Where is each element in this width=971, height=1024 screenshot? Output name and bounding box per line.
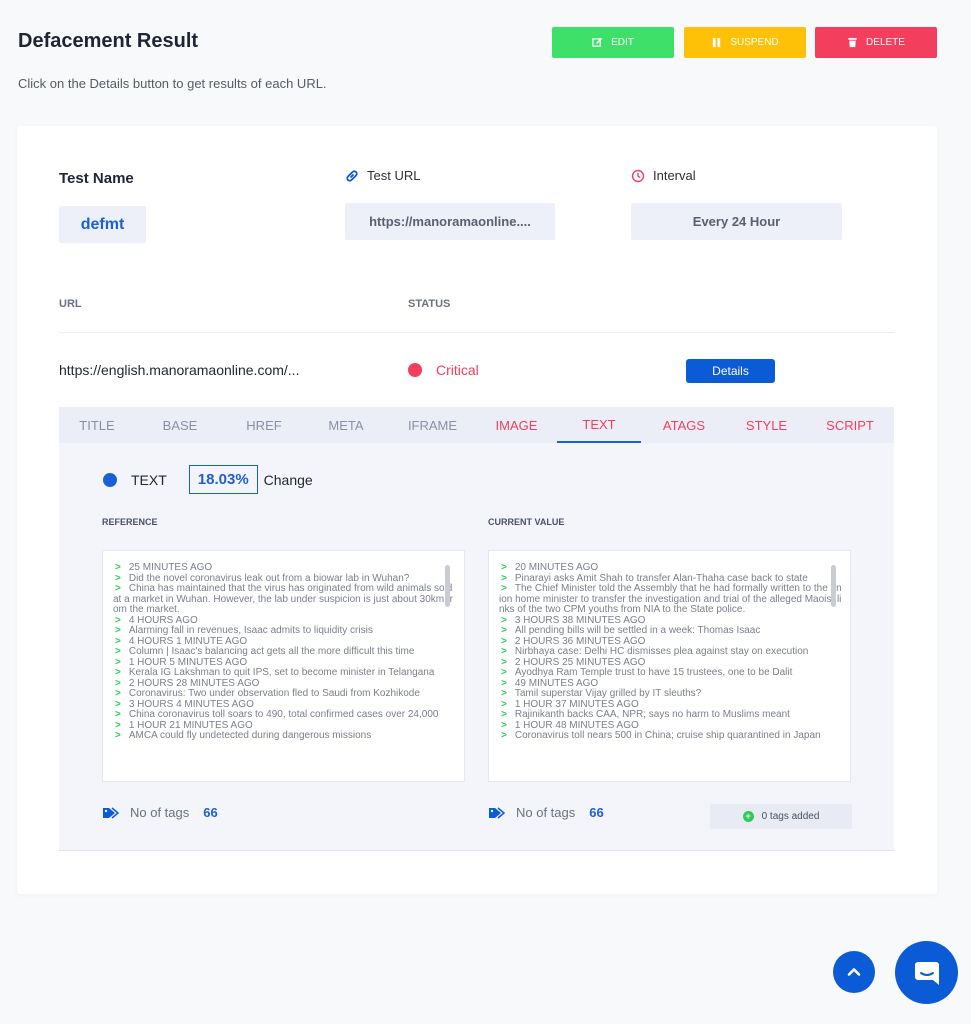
delete-label: DELETE <box>866 37 905 48</box>
tag-icon <box>103 806 120 819</box>
result-row-url: https://english.manoramaonline.com/... <box>59 362 300 378</box>
test-name-value: defmt <box>59 206 146 243</box>
tags-label: No of tags <box>130 805 190 820</box>
column-header-status: STATUS <box>408 298 451 310</box>
change-type-label: TEXT <box>131 471 167 488</box>
current-value-scrollbar[interactable] <box>831 565 836 607</box>
tab-script[interactable]: SCRIPT <box>806 407 894 443</box>
change-summary: TEXT 18.03% Change <box>103 465 313 494</box>
test-url-label: Test URL <box>367 168 421 183</box>
link-icon <box>346 169 358 182</box>
chat-button[interactable] <box>895 941 958 1004</box>
reference-line: China coronavirus toll soars to 490, tot… <box>113 709 456 721</box>
result-tabs: TITLE BASE HREF META IFRAME IMAGE TEXT A… <box>59 407 894 443</box>
suspend-label: SUSPEND <box>730 37 779 48</box>
clock-icon <box>631 169 645 182</box>
chevron-up-icon <box>847 968 861 976</box>
reference-line: Kerala IG Lakshman to quit IPS, set to b… <box>113 667 456 679</box>
current-line: The Chief Minister told the Assembly tha… <box>499 583 842 616</box>
delete-button[interactable]: DELETE <box>815 27 937 58</box>
column-header-url: URL <box>59 298 82 310</box>
tags-label: No of tags <box>516 805 576 820</box>
tag-count-value: 66 <box>203 805 218 820</box>
table-divider <box>59 332 894 333</box>
reference-line: China has maintained that the virus has … <box>113 583 456 616</box>
tab-base[interactable]: BASE <box>135 407 225 443</box>
tab-image[interactable]: IMAGE <box>476 407 557 443</box>
tags-added-label: 0 tags added <box>761 811 820 822</box>
text-dot-icon <box>103 472 117 487</box>
interval-value: Every 24 Hour <box>631 203 842 240</box>
reference-line: AMCA could fly undetected during dangero… <box>113 730 456 742</box>
pause-icon <box>713 37 721 48</box>
page-title: Defacement Result <box>18 30 199 52</box>
status-dot-icon <box>408 363 422 377</box>
tag-count-value: 66 <box>589 805 604 820</box>
chat-icon <box>914 961 939 985</box>
tab-text[interactable]: TEXT <box>557 407 641 443</box>
plus-circle-icon: + <box>742 811 754 822</box>
current-line: Nirbhaya case: Delhi HC dismisses plea a… <box>499 646 842 658</box>
current-lines: 20 MINUTES AGO Pinarayi asks Amit Shah t… <box>499 562 842 742</box>
change-percent: 18.03% <box>188 465 258 494</box>
interval-label: Interval <box>653 168 696 183</box>
suspend-button[interactable]: SUSPEND <box>684 27 806 58</box>
current-line: Ayodhya Ram Temple trust to have 15 trus… <box>499 667 842 679</box>
tab-href[interactable]: HREF <box>225 407 303 443</box>
tab-iframe[interactable]: IFRAME <box>389 407 476 443</box>
tab-title[interactable]: TITLE <box>59 407 135 443</box>
interval-label-group: Interval <box>631 168 696 183</box>
current-value-text-box[interactable]: 20 MINUTES AGO Pinarayi asks Amit Shah t… <box>488 550 851 782</box>
tab-style[interactable]: STYLE <box>727 407 806 443</box>
status-text: Critical <box>436 362 479 378</box>
test-name-label: Test Name <box>59 170 134 187</box>
current-line: 20 MINUTES AGO <box>499 562 842 574</box>
change-label: Change <box>263 471 313 488</box>
scroll-to-top-button[interactable] <box>833 951 875 993</box>
current-value-heading: CURRENT VALUE <box>488 517 565 527</box>
current-line: Tamil superstar Vijay grilled by IT sleu… <box>499 688 842 700</box>
edit-button[interactable]: EDIT <box>552 27 674 58</box>
reference-line: Alarming fall in revenues, Isaac admits … <box>113 625 456 637</box>
tags-added-badge: + 0 tags added <box>710 804 852 829</box>
current-line: Coronavirus toll nears 500 in China; cru… <box>499 730 842 742</box>
test-url-value: https://manoramaonline.... <box>345 203 555 240</box>
reference-line: 25 MINUTES AGO <box>113 562 456 574</box>
reference-heading: REFERENCE <box>102 517 158 527</box>
details-button[interactable]: Details <box>686 359 775 383</box>
current-line: All pending bills will be settled in a w… <box>499 625 842 637</box>
reference-scrollbar[interactable] <box>445 565 450 607</box>
result-card: Test Name Test URL Interval defmt https:… <box>17 126 937 894</box>
current-line: Rajinikanth backs CAA, NPR; says no harm… <box>499 709 842 721</box>
current-tag-count: No of tags 66 <box>488 805 604 820</box>
reference-tag-count: No of tags 66 <box>102 805 218 820</box>
reference-line: Column | Isaac's balancing act gets all … <box>113 646 456 658</box>
details-panel: TITLE BASE HREF META IFRAME IMAGE TEXT A… <box>59 407 894 851</box>
trash-icon <box>848 37 857 48</box>
tab-atags[interactable]: ATAGS <box>641 407 727 443</box>
page-subtitle: Click on the Details button to get resul… <box>18 76 327 91</box>
reference-line: Coronavirus: Two under observation fled … <box>113 688 456 700</box>
edit-icon <box>592 37 603 47</box>
tab-meta[interactable]: META <box>303 407 389 443</box>
reference-text-box[interactable]: 25 MINUTES AGO Did the novel coronavirus… <box>102 550 465 782</box>
reference-lines: 25 MINUTES AGO Did the novel coronavirus… <box>113 562 456 742</box>
edit-label: EDIT <box>611 37 634 48</box>
tag-icon <box>489 806 506 819</box>
status-badge: Critical <box>408 362 479 378</box>
test-url-label-group: Test URL <box>345 168 420 183</box>
